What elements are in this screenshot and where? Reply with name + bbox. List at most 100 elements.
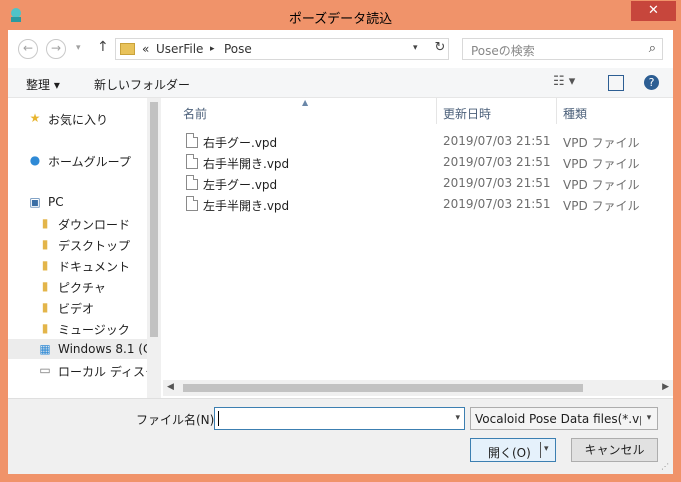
sidebar-item-documents[interactable]: ▮ ドキュメント — [8, 255, 148, 275]
windows-drive-icon: ▦ — [39, 342, 51, 356]
horizontal-scroll-thumb[interactable] — [183, 384, 583, 392]
file-date: 2019/07/03 21:51 — [443, 155, 551, 169]
sidebar-item-pictures[interactable]: ▮ ピクチャ — [8, 276, 148, 296]
forward-button[interactable]: → — [46, 39, 66, 59]
file-type: VPD ファイル — [563, 178, 640, 192]
file-list: ▲ 名前 更新日時 種類 右手グー.vpd 2019/07/03 21:51 V… — [163, 98, 673, 398]
file-type-filter[interactable]: Vocaloid Pose Data files(*.vpd) ▾ — [470, 407, 658, 430]
column-header-date[interactable]: 更新日時 — [443, 98, 553, 124]
documents-folder-icon: ▮ — [41, 258, 49, 272]
file-row[interactable]: 右手グー.vpd 2019/07/03 21:51 VPD ファイル — [163, 130, 673, 151]
breadcrumb-userfile[interactable]: UserFile — [156, 42, 203, 56]
window-frame: ポーズデータ読込 ✕ ← → ▾ ↑ « UserFile ▸ Pose ▾ ↻… — [0, 0, 681, 482]
open-button-label: 開く(O) — [488, 446, 531, 460]
search-placeholder: Poseの検索 — [471, 44, 535, 58]
sidebar-item-label: デスクトップ — [58, 239, 131, 253]
scroll-left-icon[interactable]: ◀ — [167, 382, 174, 392]
downloads-folder-icon: ▮ — [41, 216, 49, 230]
filename-dropdown-icon[interactable]: ▾ — [455, 413, 460, 423]
address-bar[interactable]: « UserFile ▸ Pose ▾ ↻ — [115, 38, 449, 60]
navigation-pane: ★ お気に入り ● ホームグループ ▣ PC ▮ ダウンロード ▮ デスクトップ… — [8, 98, 162, 398]
column-divider[interactable] — [436, 98, 437, 124]
file-name: 左手半開き.vpd — [203, 199, 290, 213]
organize-button[interactable]: 整理 ▾ — [26, 76, 60, 93]
close-button[interactable]: ✕ — [631, 1, 676, 21]
file-type-filter-value: Vocaloid Pose Data files(*.vpd) — [475, 412, 658, 426]
sidebar-item-videos[interactable]: ▮ ビデオ — [8, 297, 148, 317]
open-button[interactable]: 開く(O) ▾ — [470, 438, 556, 462]
filename-input[interactable]: ▾ — [214, 407, 465, 430]
refresh-icon[interactable]: ↻ — [431, 40, 449, 58]
file-row[interactable]: 左手グー.vpd 2019/07/03 21:51 VPD ファイル — [163, 172, 673, 193]
file-date: 2019/07/03 21:51 — [443, 134, 551, 148]
homegroup-icon: ● — [29, 153, 41, 167]
file-list-horizontal-scrollbar[interactable]: ◀ ▶ — [163, 380, 673, 396]
breadcrumb-pose[interactable]: Pose — [224, 42, 252, 56]
file-row[interactable]: 左手半開き.vpd 2019/07/03 21:51 VPD ファイル — [163, 193, 673, 214]
scroll-right-icon[interactable]: ▶ — [662, 382, 669, 392]
disk-icon: ▭ — [39, 363, 51, 377]
sidebar-scrollbar[interactable] — [147, 98, 161, 398]
navigation-bar: ← → ▾ ↑ « UserFile ▸ Pose ▾ ↻ Poseの検索 ⌕ — [8, 30, 673, 68]
sidebar-item-label: ミュージック — [58, 323, 130, 337]
address-dropdown[interactable]: ▾ — [413, 43, 418, 53]
computer-icon: ▣ — [29, 195, 41, 209]
title-bar[interactable]: ポーズデータ読込 ✕ — [0, 0, 681, 30]
column-header-name[interactable]: 名前 — [183, 98, 433, 124]
text-caret — [218, 411, 219, 426]
new-folder-button[interactable]: 新しいフォルダー — [94, 76, 190, 93]
sidebar-item-label: ホームグループ — [48, 155, 131, 169]
pictures-folder-icon: ▮ — [41, 279, 49, 293]
sidebar-item-label: ローカル ディスク ( — [58, 365, 148, 379]
open-options-dropdown-icon[interactable]: ▾ — [544, 444, 549, 454]
search-box[interactable]: Poseの検索 ⌕ — [462, 38, 663, 60]
breadcrumb-separator[interactable]: ▸ — [210, 44, 215, 54]
file-name: 右手グー.vpd — [203, 136, 278, 150]
sidebar-item-label: お気に入り — [48, 113, 109, 127]
sidebar-item-homegroup[interactable]: ● ホームグループ — [8, 150, 148, 170]
sidebar-item-desktop[interactable]: ▮ デスクトップ — [8, 234, 148, 254]
back-button[interactable]: ← — [18, 39, 38, 59]
column-divider[interactable] — [556, 98, 557, 124]
sidebar-item-label: ダウンロード — [58, 218, 131, 232]
dialog-footer: ファイル名(N): ▾ Vocaloid Pose Data files(*.v… — [8, 398, 673, 474]
help-icon[interactable]: ? — [644, 75, 659, 90]
file-icon — [186, 196, 198, 211]
sidebar-item-local-disk[interactable]: ▭ ローカル ディスク ( — [8, 360, 148, 380]
resize-grip-icon[interactable]: ⋰ — [661, 462, 669, 471]
up-folder-button[interactable]: ↑ — [97, 39, 109, 55]
sidebar-scroll-thumb[interactable] — [150, 102, 158, 337]
file-row[interactable]: 右手半開き.vpd 2019/07/03 21:51 VPD ファイル — [163, 151, 673, 172]
recent-locations-dropdown[interactable]: ▾ — [76, 43, 81, 53]
file-icon — [186, 133, 198, 148]
sidebar-item-downloads[interactable]: ▮ ダウンロード — [8, 213, 148, 233]
column-header-type[interactable]: 種類 — [563, 98, 663, 124]
window-title: ポーズデータ読込 — [288, 12, 393, 27]
sidebar-item-label: ドキュメント — [58, 260, 131, 274]
sidebar-item-music[interactable]: ▮ ミュージック — [8, 318, 148, 338]
search-icon[interactable]: ⌕ — [649, 41, 656, 56]
preview-pane-icon[interactable] — [608, 75, 624, 91]
cancel-button[interactable]: キャンセル — [571, 438, 658, 462]
videos-folder-icon: ▮ — [41, 300, 49, 314]
filter-dropdown-icon[interactable]: ▾ — [641, 408, 657, 429]
folder-icon — [120, 43, 135, 55]
dialog-client: ← → ▾ ↑ « UserFile ▸ Pose ▾ ↻ Poseの検索 ⌕ … — [8, 30, 673, 474]
file-type: VPD ファイル — [563, 157, 640, 171]
sidebar-item-pc[interactable]: ▣ PC — [8, 192, 148, 212]
file-name: 右手半開き.vpd — [203, 157, 290, 171]
file-name: 左手グー.vpd — [203, 178, 278, 192]
sidebar-item-label: Windows 8.1 (C — [58, 342, 148, 356]
sidebar-item-favorites[interactable]: ★ お気に入り — [8, 108, 148, 128]
file-date: 2019/07/03 21:51 — [443, 176, 551, 190]
file-date: 2019/07/03 21:51 — [443, 197, 551, 211]
breadcrumb-overflow[interactable]: « — [142, 42, 149, 56]
sidebar-item-windows-drive[interactable]: ▦ Windows 8.1 (C — [8, 339, 148, 359]
file-type: VPD ファイル — [563, 136, 640, 150]
command-toolbar: 整理 ▾ 新しいフォルダー ☷ ▾ ? — [8, 68, 673, 98]
split-divider — [540, 442, 541, 458]
file-type: VPD ファイル — [563, 199, 640, 213]
view-options-icon[interactable]: ☷ ▾ — [553, 74, 575, 89]
filename-label: ファイル名(N): — [136, 413, 219, 427]
sidebar-item-label: PC — [48, 195, 64, 209]
